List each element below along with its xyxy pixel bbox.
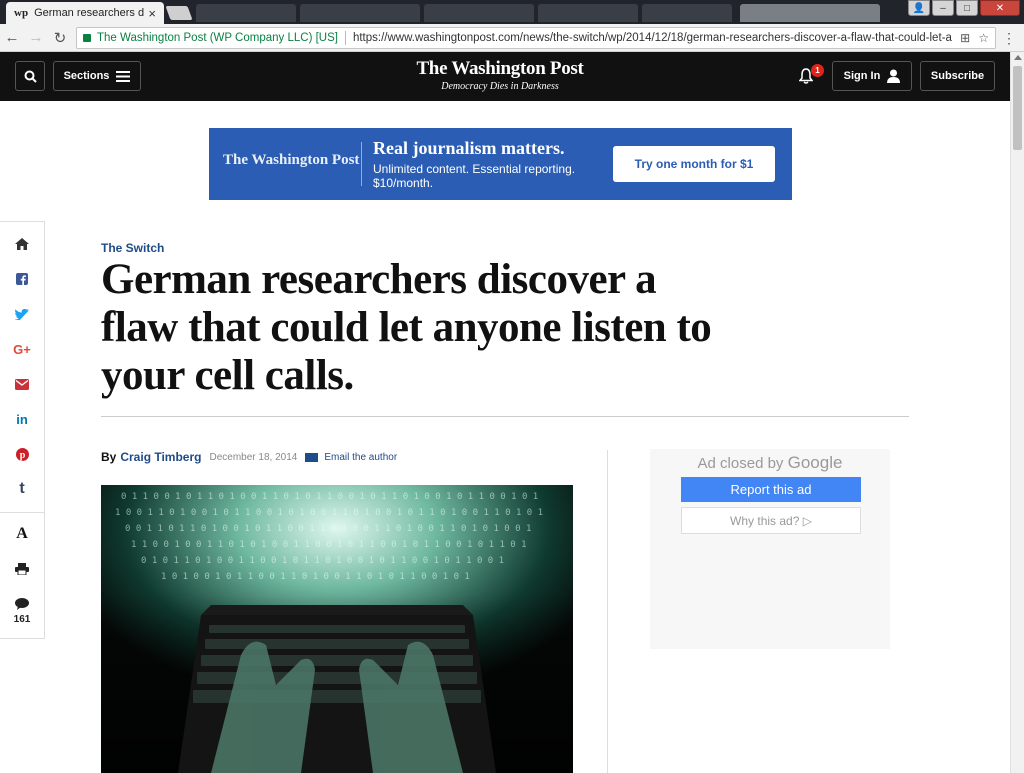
security-label: The Washington Post (WP Company LLC) [US… [97, 32, 338, 44]
section-kicker[interactable]: The Switch [101, 241, 164, 255]
notification-badge: 1 [811, 64, 824, 77]
forward-icon[interactable]: → [24, 29, 48, 46]
print-icon[interactable] [0, 557, 44, 581]
maximize-button[interactable]: □ [956, 0, 978, 16]
banner-logo: The Washington Post [223, 152, 360, 168]
subscribe-label: Subscribe [930, 70, 985, 82]
font-size-icon[interactable]: A [0, 522, 44, 546]
browser-tab[interactable] [300, 4, 420, 22]
svg-text:p: p [19, 450, 25, 461]
facebook-icon[interactable] [0, 267, 44, 291]
banner-divider [361, 142, 362, 186]
why-this-ad-button[interactable]: Why this ad? ▷ [681, 507, 861, 534]
pinterest-icon[interactable]: p [0, 442, 44, 466]
page-scrollbar[interactable] [1010, 52, 1024, 773]
user-icon [887, 69, 901, 83]
email-author-link[interactable]: Email the author [324, 452, 397, 463]
home-icon[interactable] [0, 232, 44, 256]
subscribe-button[interactable]: Subscribe [920, 61, 995, 91]
comments-icon[interactable] [0, 592, 44, 616]
ad-closed-label: Ad closed by Google [650, 453, 890, 473]
browser-tab[interactable] [424, 4, 534, 22]
scrollbar-thumb[interactable] [1013, 66, 1022, 150]
address-separator [344, 31, 346, 45]
column-divider [607, 450, 608, 773]
browser-tab-bar: wp German researchers disc × 👤 – □ ✕ [0, 0, 1024, 24]
share-rail: G+ in p t A 161 [0, 221, 45, 639]
window-controls: 👤 – □ ✕ [908, 0, 1020, 16]
rail-divider [0, 512, 44, 513]
scroll-up-arrow-icon[interactable] [1014, 55, 1022, 60]
bookmark-star-icon[interactable]: ☆ [978, 31, 989, 45]
author-link[interactable]: Craig Timberg [120, 450, 201, 464]
browser-tab[interactable] [642, 4, 732, 22]
sign-in-label: Sign In [843, 70, 881, 82]
address-bar[interactable]: The Washington Post (WP Company LLC) [US… [76, 27, 996, 49]
browser-tab-active[interactable]: wp German researchers disc × [6, 2, 164, 24]
email-icon[interactable] [0, 372, 44, 396]
hamburger-icon [116, 70, 131, 82]
twitter-icon[interactable] [0, 302, 44, 326]
svg-text:1 0 1 0 0 1 0 1 1 0 0 1 1 0 1: 1 0 1 0 0 1 0 1 1 0 0 1 1 0 1 0 0 1 1 0 … [161, 572, 470, 582]
browser-tab[interactable] [196, 4, 296, 22]
search-icon [24, 70, 37, 83]
translate-icon[interactable]: ⊞ [960, 31, 970, 45]
svg-text:1 1 0 0 1 0 0 1 1 0 1 0 1 0 0: 1 1 0 0 1 0 0 1 1 0 1 0 1 0 0 1 1 0 0 1 … [131, 540, 527, 550]
svg-text:0 0 1 1 0 1 1 0 1 0 0 1 0 1 1: 0 0 1 1 0 1 1 0 1 0 0 1 0 1 1 0 0 1 1 0 … [125, 524, 531, 534]
tumblr-icon[interactable]: t [0, 477, 44, 501]
wp-favicon-icon: wp [14, 7, 29, 19]
reload-icon[interactable]: ↻ [48, 29, 72, 47]
byline: By Craig Timberg December 18, 2014 Email… [101, 450, 397, 464]
tab-close-icon[interactable]: × [148, 6, 156, 21]
trial-offer-button[interactable]: Try one month for $1 [613, 146, 775, 182]
new-tab-button[interactable] [165, 6, 193, 20]
google-logo-text: Google [787, 453, 843, 472]
subscription-banner[interactable]: The Washington Post Real journalism matt… [209, 128, 792, 200]
svg-text:1 0 0 1 1 0 1 0 0 1 0 1 1 0 0: 1 0 0 1 1 0 1 0 0 1 0 1 1 0 0 1 0 1 0 0 … [115, 508, 543, 518]
url-text[interactable]: https://www.washingtonpost.com/news/the-… [353, 32, 952, 44]
browser-tab[interactable] [740, 4, 880, 22]
search-button[interactable] [15, 61, 45, 91]
logo-tagline: Democracy Dies in Darkness [441, 81, 559, 92]
close-window-button[interactable]: ✕ [980, 0, 1020, 16]
sign-in-button[interactable]: Sign In [832, 61, 912, 91]
logo-name: The Washington Post [416, 58, 584, 79]
svg-text:0 1 1 0 0 1 0 1 1 0 1 0 0 1 1: 0 1 1 0 0 1 0 1 1 0 1 0 0 1 1 0 1 0 1 1 … [121, 492, 538, 502]
ad-closed-text: Ad closed by [697, 455, 784, 472]
browser-toolbar: ← → ↻ The Washington Post (WP Company LL… [0, 24, 1024, 52]
headline-divider [101, 416, 909, 417]
svg-text:0 1 0 1 1 0 1 0 0 1 1 0 0 1 0: 0 1 0 1 1 0 1 0 0 1 1 0 0 1 0 1 1 0 1 0 … [141, 556, 504, 566]
site-logo[interactable]: The Washington Post Democracy Dies in Da… [350, 58, 650, 92]
browser-menu-icon[interactable]: ⋮ [1002, 30, 1016, 47]
linkedin-icon[interactable]: in [0, 407, 44, 431]
minimize-button[interactable]: – [932, 0, 954, 16]
back-icon[interactable]: ← [0, 29, 24, 46]
article-headline: German researchers discover a flaw that … [101, 256, 712, 399]
report-ad-button[interactable]: Report this ad [681, 477, 861, 502]
site-header: Sections The Washington Post Democracy D… [0, 52, 1024, 101]
banner-subtext: Unlimited content. Essential reporting. … [373, 162, 576, 190]
ad-container: Ad closed by Google Report this ad Why t… [650, 449, 890, 649]
envelope-icon[interactable] [305, 452, 319, 462]
user-profile-icon[interactable]: 👤 [908, 0, 930, 16]
lock-icon [83, 34, 91, 42]
banner-headline: Real journalism matters. [373, 138, 565, 158]
sections-label: Sections [63, 70, 110, 82]
publish-date: December 18, 2014 [209, 451, 298, 463]
sections-button[interactable]: Sections [53, 61, 141, 91]
comment-count[interactable]: 161 [0, 614, 44, 625]
tab-title: German researchers disc [34, 7, 145, 19]
browser-tab[interactable] [538, 4, 638, 22]
google-plus-icon[interactable]: G+ [0, 337, 44, 361]
byline-prefix: By [101, 450, 117, 464]
article-photo: 0 1 1 0 0 1 0 1 1 0 1 0 0 1 1 0 1 0 1 1 … [101, 485, 573, 773]
